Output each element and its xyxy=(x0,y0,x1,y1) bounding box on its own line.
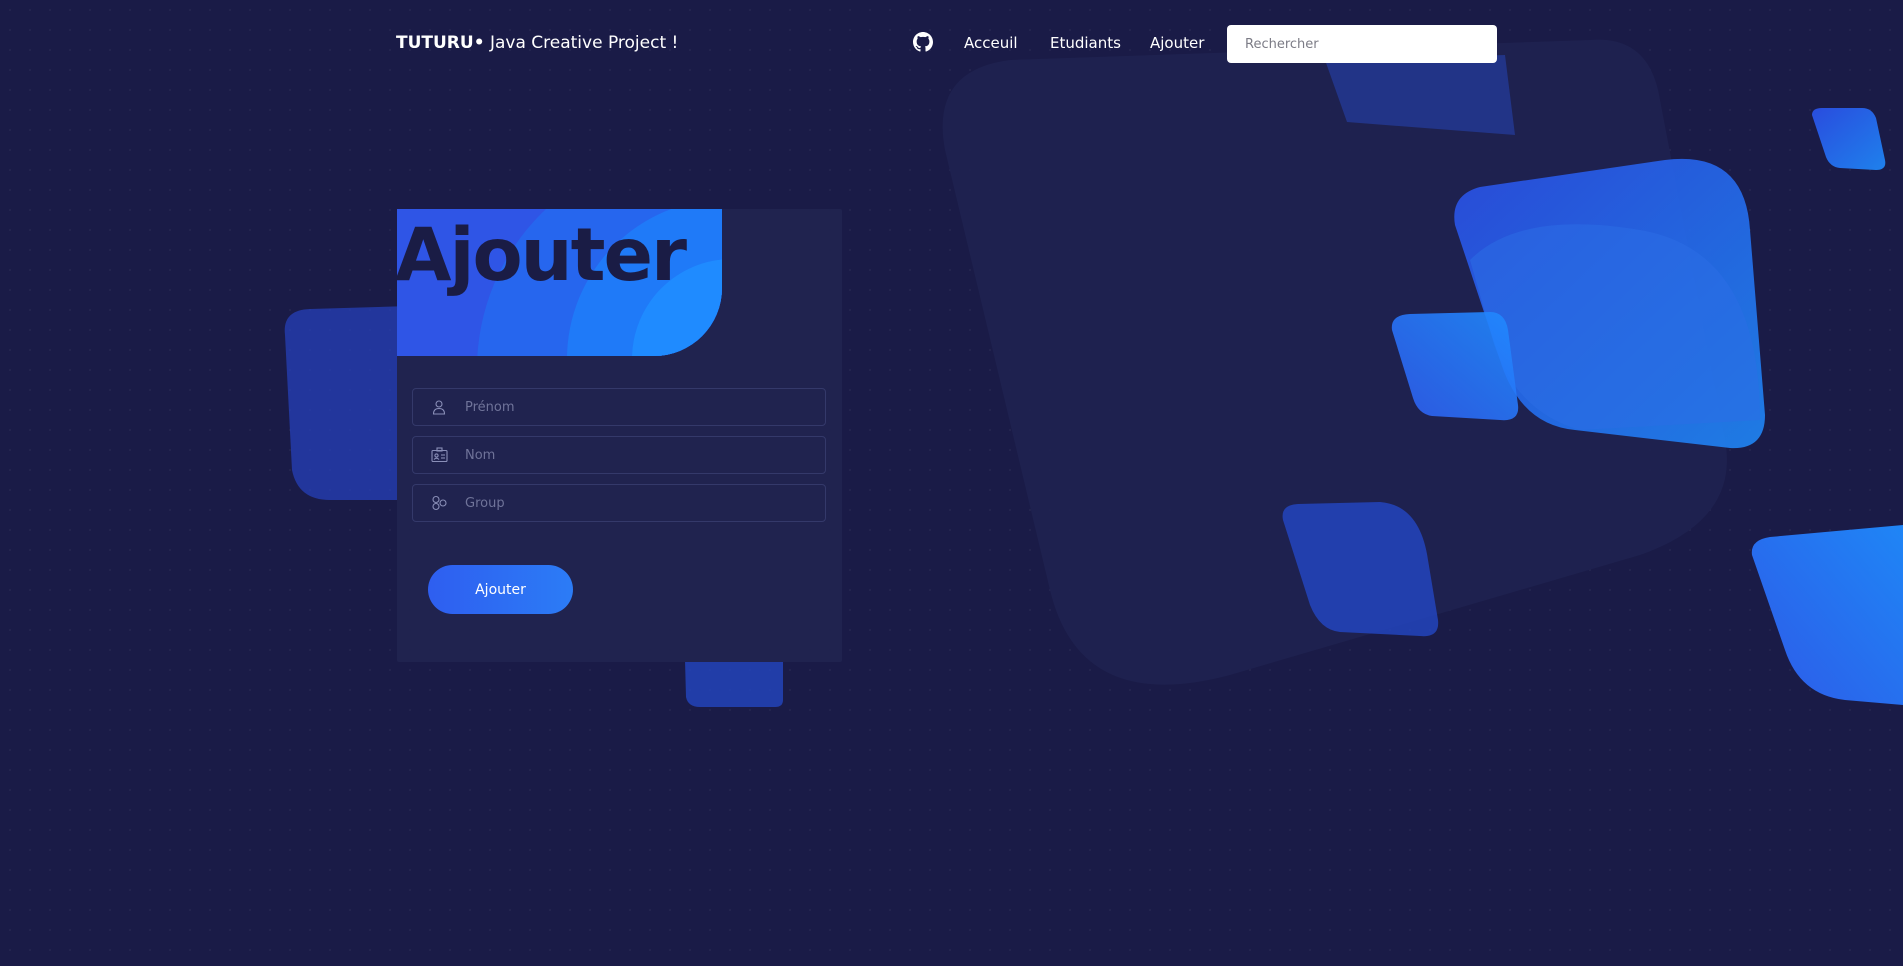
bg-cube-top-right xyxy=(1812,108,1886,170)
brand-logo[interactable]: TUTURU• Java Creative Project ! xyxy=(396,33,678,53)
group-field[interactable] xyxy=(412,484,826,522)
user-icon xyxy=(413,389,465,425)
brand-name: TUTURU• xyxy=(396,33,485,53)
group-icon xyxy=(413,485,465,521)
nav-link-etudiants[interactable]: Etudiants xyxy=(1050,34,1121,52)
card-title: Ajouter xyxy=(397,213,687,298)
card-header: Ajouter xyxy=(397,209,722,356)
submit-button[interactable]: Ajouter xyxy=(428,565,573,614)
prenom-field[interactable] xyxy=(412,388,826,426)
add-student-card: Ajouter Prénom Nom Group Ajouter xyxy=(397,209,842,662)
bg-top-shape xyxy=(1325,55,1515,135)
bg-cube-lower xyxy=(1282,502,1439,637)
prenom-input[interactable] xyxy=(465,389,825,425)
nav-link-acceuil[interactable]: Acceuil xyxy=(964,34,1018,52)
bg-large-shape xyxy=(942,39,1727,685)
search-input[interactable] xyxy=(1227,25,1497,63)
bg-cube-large-inner xyxy=(1470,224,1760,430)
bg-cube-under-card xyxy=(685,660,783,707)
bg-cube-large xyxy=(1454,158,1765,449)
nav-link-ajouter[interactable]: Ajouter xyxy=(1150,34,1204,52)
background-decoration xyxy=(0,0,1903,966)
github-icon[interactable] xyxy=(913,32,933,52)
brand-tagline: Java Creative Project ! xyxy=(484,33,679,53)
nom-field[interactable] xyxy=(412,436,826,474)
bg-cube-mid xyxy=(1391,312,1519,421)
nom-input[interactable] xyxy=(465,437,825,473)
bg-cube-right-edge xyxy=(1751,525,1903,705)
group-input[interactable] xyxy=(465,485,825,521)
id-card-icon xyxy=(413,437,465,473)
